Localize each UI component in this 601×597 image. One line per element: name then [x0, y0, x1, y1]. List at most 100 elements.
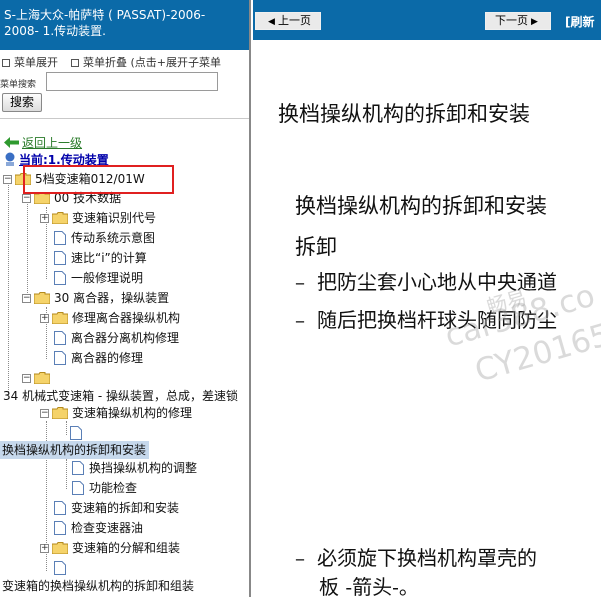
menu-expand-link[interactable]: 菜单展开 [14, 56, 58, 69]
document-icon [54, 251, 66, 265]
tree-leaf-gear-ratio[interactable]: 速比“i”的计算 [54, 249, 147, 267]
manual-title-line1: S-上海大众-帕萨特 ( PASSAT)-2006- [4, 8, 206, 22]
tree-node-clutch-control[interactable]: + 修理离合器操纵机构 [40, 309, 180, 327]
tree-node-label: 变速箱的换档操纵机构的拆卸和组装 [2, 579, 195, 593]
tree-node-shift-linkage-assembly[interactable]: 变速箱的换档操纵机构的拆卸和组装 [2, 577, 194, 595]
tree-node-30-clutch[interactable]: − 30 离合器，操纵装置 [22, 289, 169, 307]
back-arrow-icon [4, 137, 19, 148]
tree-node-label: 功能检查 [89, 481, 138, 495]
step-item: – 必须旋下换档机构罩壳的 [295, 542, 537, 571]
tree-node-label: 30 离合器，操纵装置 [54, 291, 170, 305]
tree-node-label: 00 技术数据 [54, 191, 122, 205]
folder-icon [52, 407, 68, 419]
document-icon [72, 481, 84, 495]
tree-node-label: 34 机械式变速箱 - 操纵装置，总成，差速锁 [3, 389, 239, 403]
tree-leaf-empty-2[interactable] [54, 559, 71, 577]
tree-node-label: 离合器的修理 [71, 351, 144, 365]
tree-node-gearbox-disassembly[interactable]: + 变速箱的分解和组装 [40, 539, 180, 557]
tree-leaf-clutch-repair[interactable]: 离合器的修理 [54, 349, 143, 367]
document-icon [54, 501, 66, 515]
menu-toggle-row: 菜单展开 菜单折叠 (点击+展开子菜单 [2, 54, 221, 70]
tree-node-gearbox-id-code[interactable]: + 变速箱识别代号 [40, 209, 156, 227]
step-text-continuation: 板 -箭头-。 [319, 575, 419, 597]
folder-icon [52, 212, 68, 224]
document-icon [54, 271, 66, 285]
dash-bullet: – [295, 546, 305, 570]
collapse-toggle-icon[interactable]: − [22, 194, 31, 203]
prev-page-label: 上一页 [277, 14, 311, 27]
collapse-toggle-icon[interactable]: − [40, 409, 49, 418]
section-heading: 换档操纵机构的拆卸和安装 [295, 194, 547, 218]
tree-node-label: 变速箱识别代号 [72, 211, 157, 225]
collapse-toggle-icon[interactable]: − [3, 175, 12, 184]
step-text: 必须旋下换档机构罩壳的 [317, 546, 537, 570]
tree-node-selected-shift-mechanism[interactable]: 换档操纵机构的拆卸和安装 [0, 441, 150, 459]
tree-node-label: 速比“i”的计算 [71, 251, 147, 265]
expand-toggle-icon[interactable]: + [40, 544, 49, 553]
tree-leaf-drivetrain-diagram[interactable]: 传动系统示意图 [54, 229, 155, 247]
expand-checkbox-icon[interactable] [2, 59, 10, 67]
tree-node-label: 换档操纵机构的拆卸和安装 [2, 443, 147, 457]
tree-node-34-manual-gearbox[interactable]: 34 机械式变速箱 - 操纵装置，总成，差速锁 [3, 387, 238, 405]
collapse-toggle-icon[interactable]: − [22, 294, 31, 303]
document-icon [54, 351, 66, 365]
search-label: 菜单搜索 [0, 80, 37, 90]
manual-title-line2: 2008- 1.传动装置. [4, 24, 106, 38]
expand-toggle-icon[interactable]: + [40, 314, 49, 323]
tree-node-label: 离合器分离机构修理 [71, 331, 180, 345]
collapse-toggle-icon[interactable]: − [22, 374, 31, 383]
navigation-frame: S-上海大众-帕萨特 ( PASSAT)-2006- 2008- 1.传动装置.… [0, 0, 251, 597]
folder-icon [15, 173, 31, 185]
folder-icon [34, 192, 50, 204]
folder-icon [34, 292, 50, 304]
page-title: 换档操纵机构的拆卸和安装 [278, 102, 530, 126]
back-link[interactable]: 返回上一级 [4, 134, 82, 151]
folder-icon [34, 372, 50, 384]
tree-guide [27, 199, 28, 299]
tree-node-label: 换挡操纵机构的调整 [89, 461, 198, 475]
tree-guide [66, 459, 67, 489]
tree-node-label: 5档变速箱012/01W [35, 172, 145, 186]
tree-guide [66, 421, 67, 435]
back-link-label: 返回上一级 [22, 136, 83, 150]
tree-leaf-repair-notes[interactable]: 一般修理说明 [54, 269, 143, 287]
prev-page-button[interactable]: ◀ 上一页 [255, 12, 321, 30]
frame-divider[interactable] [249, 0, 251, 597]
document-icon [54, 231, 66, 245]
current-location[interactable]: 当前:1.传动装置 [4, 151, 109, 168]
tree-node-gearbox-control-repair[interactable]: − 变速箱操纵机构的修理 [40, 404, 192, 422]
tree-leaf-check-oil[interactable]: 检查变速器油 [54, 519, 143, 537]
document-icon [72, 461, 84, 475]
menu-collapse-link[interactable]: 菜单折叠 (点击+展开子菜单 [83, 56, 221, 69]
tree-leaf-gearbox-removal[interactable]: 变速箱的拆卸和安装 [54, 499, 179, 517]
tree-leaf-clutch-release[interactable]: 离合器分离机构修理 [54, 329, 179, 347]
tree-node-00-tech-data[interactable]: − 00 技术数据 [22, 189, 121, 207]
search-input[interactable] [46, 72, 218, 91]
refresh-link[interactable]: [刷新 [565, 13, 595, 30]
divider [0, 118, 249, 119]
tree-node-empty[interactable]: − [22, 369, 54, 387]
content-toolbar: ◀ 上一页 下一页 ▶ [刷新 [253, 0, 601, 40]
next-page-button[interactable]: 下一页 ▶ [485, 12, 551, 30]
tree-leaf-shift-adjustment[interactable]: 换挡操纵机构的调整 [72, 459, 197, 477]
tree-node-label: 一般修理说明 [71, 271, 144, 285]
tree-leaf-empty[interactable] [70, 424, 87, 442]
search-button[interactable]: 搜索 [2, 93, 42, 112]
expand-toggle-icon[interactable]: + [40, 214, 49, 223]
document-icon [54, 561, 66, 575]
tree-leaf-function-check[interactable]: 功能检查 [72, 479, 137, 497]
tree-node-label: 检查变速器油 [71, 521, 144, 535]
document-icon [70, 426, 82, 440]
tree-node-5-speed-gearbox[interactable]: − 5档变速箱012/01W [3, 170, 145, 188]
collapse-checkbox-icon[interactable] [71, 59, 79, 67]
folder-icon [52, 542, 68, 554]
current-location-label: 当前:1.传动装置 [19, 153, 109, 167]
location-pin-icon [5, 152, 15, 166]
next-page-label: 下一页 [495, 14, 529, 27]
folder-icon [52, 312, 68, 324]
tree-node-label: 变速箱的拆卸和安装 [71, 501, 180, 515]
document-icon [54, 521, 66, 535]
triangle-right-icon: ▶ [531, 17, 538, 27]
content-frame: ◀ 上一页 下一页 ▶ [刷新 换档操纵机构的拆卸和安装 换档操纵机构的拆卸和安装 … [253, 0, 601, 597]
tree-node-label: 修理离合器操纵机构 [72, 311, 181, 325]
